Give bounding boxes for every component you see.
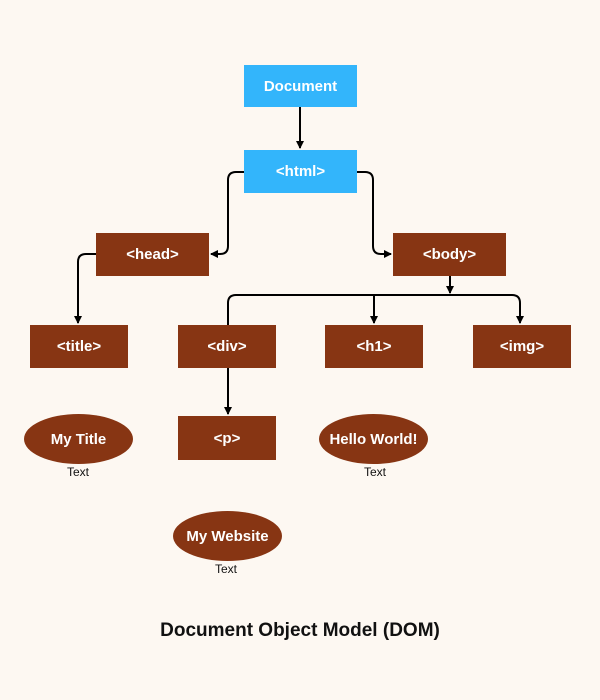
node-img: <img> <box>473 325 571 368</box>
text-node-my-website: My Website <box>173 511 282 561</box>
text-node-label: Text <box>214 562 237 576</box>
diagram-title: Document Object Model (DOM) <box>160 620 440 641</box>
text-node-label: Text <box>66 465 89 479</box>
text-node-my-title: My Title <box>24 414 133 464</box>
node-p: <p> <box>178 416 276 460</box>
text-node-hello-world: Hello World! <box>319 414 428 464</box>
node-html: <html> <box>244 150 357 193</box>
node-head: <head> <box>96 233 209 276</box>
node-title: <title> <box>30 325 128 368</box>
node-document: Document <box>244 65 357 107</box>
edge-html-body <box>357 171 392 258</box>
edge-head-title <box>74 253 96 324</box>
edge-html-head <box>210 171 244 258</box>
text-node-label: Text <box>363 465 386 479</box>
node-div: <div> <box>178 325 276 368</box>
node-h1: <h1> <box>325 325 423 368</box>
node-body: <body> <box>393 233 506 276</box>
